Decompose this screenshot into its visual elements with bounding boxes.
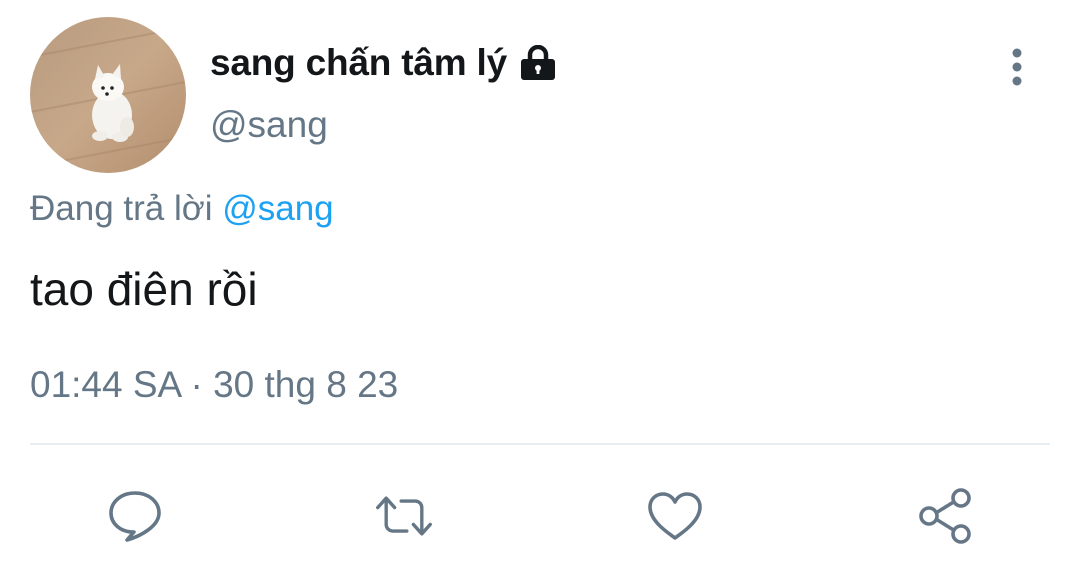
heart-icon	[648, 492, 702, 540]
share-icon	[919, 488, 971, 544]
more-options-button[interactable]	[1000, 44, 1034, 90]
lock-icon	[519, 45, 557, 81]
tweet-timestamp[interactable]: 01:44 SA · 30 thg 8 23	[30, 364, 398, 406]
like-button[interactable]	[645, 486, 705, 546]
avatar-image	[30, 17, 186, 173]
display-name[interactable]: sang chấn tâm lý	[210, 42, 507, 84]
tweet-text: tao điên rồi	[30, 263, 258, 315]
reply-button[interactable]	[105, 486, 165, 546]
reply-context: Đang trả lời @sang	[30, 189, 334, 229]
author-row[interactable]: sang chấn tâm lý	[210, 38, 557, 88]
meta-separator: ·	[190, 364, 203, 405]
more-vertical-icon	[1012, 48, 1022, 86]
author-handle[interactable]: @sang	[210, 104, 328, 146]
tweet-date: 30 thg 8 23	[213, 364, 399, 405]
reply-icon	[109, 491, 161, 542]
tweet-time: 01:44 SA	[30, 364, 181, 405]
reply-mention-link[interactable]: @sang	[222, 189, 333, 228]
share-button[interactable]	[915, 486, 975, 546]
avatar[interactable]	[30, 17, 186, 173]
retweet-button[interactable]	[374, 486, 434, 546]
reply-context-prefix: Đang trả lời	[30, 189, 213, 228]
divider	[30, 443, 1050, 445]
retweet-icon	[376, 496, 432, 536]
